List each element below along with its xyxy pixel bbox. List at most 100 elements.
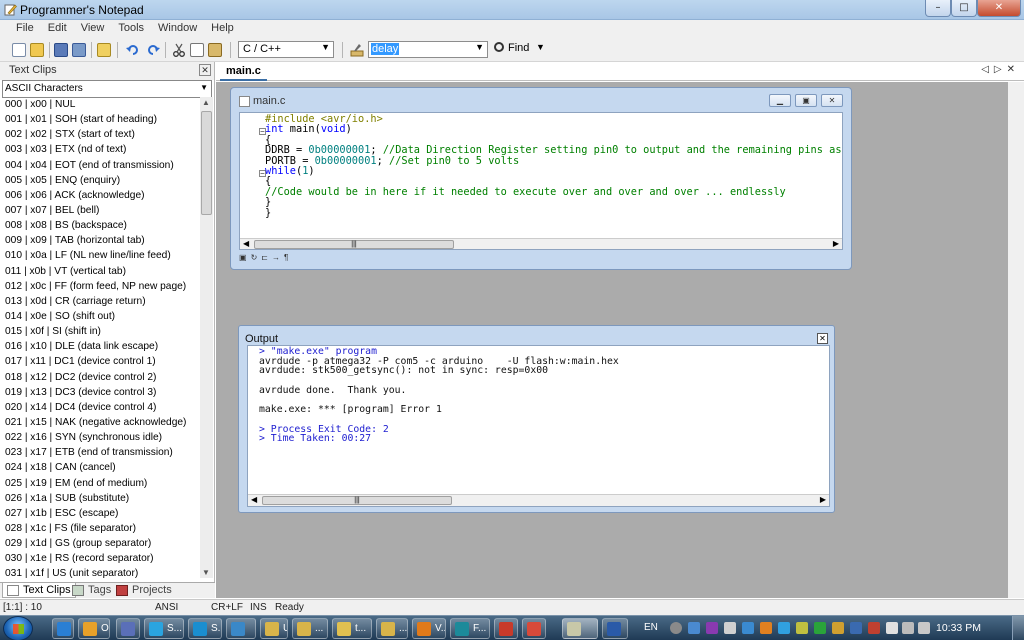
pilcrow-icon[interactable]: ¶	[284, 253, 292, 262]
scrollbar-thumb[interactable]: |||	[262, 496, 452, 505]
list-item[interactable]: 016 | x10 | DLE (data link escape)	[0, 339, 200, 354]
list-item[interactable]: 026 | x1a | SUB (substitute)	[0, 491, 200, 506]
tray-network-icon[interactable]	[902, 622, 914, 634]
code-editor[interactable]: – – #include <avr/io.h> int main(void){DD…	[239, 112, 843, 250]
menu-view[interactable]: View	[74, 20, 112, 34]
tray-notify-icon[interactable]	[670, 622, 682, 634]
tray-shield-icon[interactable]	[742, 622, 754, 634]
list-item[interactable]: 017 | x11 | DC1 (device control 1)	[0, 354, 200, 369]
list-item[interactable]: 013 | x0d | CR (carriage return)	[0, 294, 200, 309]
list-item[interactable]: 024 | x18 | CAN (cancel)	[0, 460, 200, 475]
tray-skype-icon[interactable]	[814, 622, 826, 634]
arrow-icon[interactable]: →	[272, 253, 284, 262]
list-item[interactable]: 015 | x0f | SI (shift in)	[0, 324, 200, 339]
list-item[interactable]: 031 | x1f | US (unit separator)	[0, 566, 200, 578]
child-restore-icon[interactable]: ▣	[795, 94, 817, 107]
save-icon[interactable]	[54, 43, 68, 57]
list-item[interactable]: 010 | x0a | LF (NL new line/line feed)	[0, 248, 200, 263]
maximize-button[interactable]: □	[951, 0, 977, 17]
tray-app-icon[interactable]	[724, 622, 736, 634]
list-item[interactable]: 030 | x1e | RS (record separator)	[0, 551, 200, 566]
tab-tags[interactable]: Tags	[68, 583, 115, 598]
redo-icon[interactable]	[146, 43, 160, 57]
list-item[interactable]: 001 | x01 | SOH (start of heading)	[0, 112, 200, 127]
taskbar-item[interactable]: ...	[292, 618, 328, 639]
scroll-left-icon[interactable]: ◀	[243, 239, 249, 248]
tray-cloud-icon[interactable]	[778, 622, 790, 634]
scroll-up-icon[interactable]: ▲	[202, 98, 210, 107]
new-file-icon[interactable]	[12, 43, 26, 57]
output-text[interactable]: > "make.exe" program avrdude -p atmega32 …	[247, 345, 830, 507]
scroll-right-icon[interactable]: ▶	[833, 239, 839, 248]
close-panel-icon[interactable]: ✕	[199, 64, 211, 76]
list-item[interactable]: 007 | x07 | BEL (bell)	[0, 203, 200, 218]
scrollbar-thumb[interactable]: |||	[254, 240, 454, 249]
list-item[interactable]: 002 | x02 | STX (start of text)	[0, 127, 200, 142]
tray-app-icon[interactable]	[832, 622, 844, 634]
menu-tools[interactable]: Tools	[111, 20, 151, 34]
list-item[interactable]: 022 | x16 | SYN (synchronous idle)	[0, 430, 200, 445]
find-dropdown-arrow-icon[interactable]: ▼	[536, 42, 545, 52]
taskbar-item[interactable]: S...	[188, 618, 222, 639]
list-item[interactable]: 029 | x1d | GS (group separator)	[0, 536, 200, 551]
taskbar-item[interactable]	[602, 618, 628, 639]
taskbar-item[interactable]: ...	[376, 618, 408, 639]
list-item[interactable]: 009 | x09 | TAB (horizontal tab)	[0, 233, 200, 248]
copy-icon[interactable]	[190, 43, 204, 57]
minimize-button[interactable]: –	[925, 0, 951, 17]
taskbar-item[interactable]	[116, 618, 140, 639]
list-item[interactable]: 000 | x00 | NUL	[0, 97, 200, 112]
start-button[interactable]	[3, 616, 33, 640]
taskbar-item[interactable]	[52, 618, 74, 639]
list-item[interactable]: 021 | x15 | NAK (negative acknowledge)	[0, 415, 200, 430]
taskbar-item[interactable]	[494, 618, 518, 639]
show-desktop-button[interactable]	[1012, 616, 1024, 640]
list-item[interactable]: 011 | x0b | VT (vertical tab)	[0, 264, 200, 279]
tray-app-icon[interactable]	[886, 622, 898, 634]
open-project-icon[interactable]	[97, 43, 111, 57]
tray-app-icon[interactable]	[850, 622, 862, 634]
list-item[interactable]: 028 | x1c | FS (file separator)	[0, 521, 200, 536]
taskbar-item[interactable]	[226, 618, 256, 639]
clock[interactable]: 10:33 PM	[936, 622, 981, 634]
taskbar-item[interactable]: V...	[412, 618, 446, 639]
tab-text-clips[interactable]: Text Clips	[2, 583, 76, 598]
output-horizontal-scrollbar[interactable]: ◀ ||| ▶	[248, 494, 829, 506]
code-horizontal-scrollbar[interactable]: ◀ ||| ▶	[240, 238, 842, 249]
menu-file[interactable]: File	[9, 20, 41, 34]
tray-app-icon[interactable]	[796, 622, 808, 634]
clip-list-scrollbar[interactable]: ▲ ▼	[200, 97, 213, 578]
taskbar-item[interactable]: U...	[260, 618, 288, 639]
list-item[interactable]: 003 | x03 | ETX (nd of text)	[0, 142, 200, 157]
child-minimize-icon[interactable]: ▁	[769, 94, 791, 107]
list-item[interactable]: 025 | x19 | EM (end of medium)	[0, 476, 200, 491]
list-item[interactable]: 018 | x12 | DC2 (device control 2)	[0, 370, 200, 385]
taskbar-item[interactable]: F...	[450, 618, 490, 639]
taskbar-item[interactable]	[522, 618, 546, 639]
tray-volume-icon[interactable]	[918, 622, 930, 634]
view-whitespace-icon[interactable]: ▣	[239, 253, 251, 262]
taskbar-item[interactable]: t...	[332, 618, 372, 639]
scroll-down-icon[interactable]: ▼	[202, 568, 210, 577]
language-indicator[interactable]: EN	[644, 622, 658, 633]
tray-app-icon[interactable]	[868, 622, 880, 634]
paste-icon[interactable]	[208, 43, 222, 57]
list-item[interactable]: 027 | x1b | ESC (escape)	[0, 506, 200, 521]
child-close-icon[interactable]: ✕	[821, 94, 843, 107]
scroll-left-icon[interactable]: ◀	[251, 495, 257, 504]
list-item[interactable]: 019 | x13 | DC3 (device control 3)	[0, 385, 200, 400]
list-item[interactable]: 020 | x14 | DC4 (device control 4)	[0, 400, 200, 415]
scrollbar-thumb[interactable]	[201, 111, 212, 215]
word-wrap-icon[interactable]: ↻	[251, 253, 262, 262]
clip-category-select[interactable]: ASCII Characters ▼	[2, 80, 212, 98]
tray-keyboard-icon[interactable]	[688, 622, 700, 634]
tray-onenote-icon[interactable]	[706, 622, 718, 634]
tray-vlc-icon[interactable]	[760, 622, 772, 634]
list-item[interactable]: 005 | x05 | ENQ (enquiry)	[0, 173, 200, 188]
find-button[interactable]: Find	[494, 42, 529, 54]
taskbar-item[interactable]: S...	[144, 618, 184, 639]
list-item[interactable]: 023 | x17 | ETB (end of transmission)	[0, 445, 200, 460]
tab-left-icon[interactable]: ◁	[981, 64, 994, 75]
open-folder-icon[interactable]	[30, 43, 44, 57]
tab-main-c[interactable]: main.c	[220, 62, 267, 81]
